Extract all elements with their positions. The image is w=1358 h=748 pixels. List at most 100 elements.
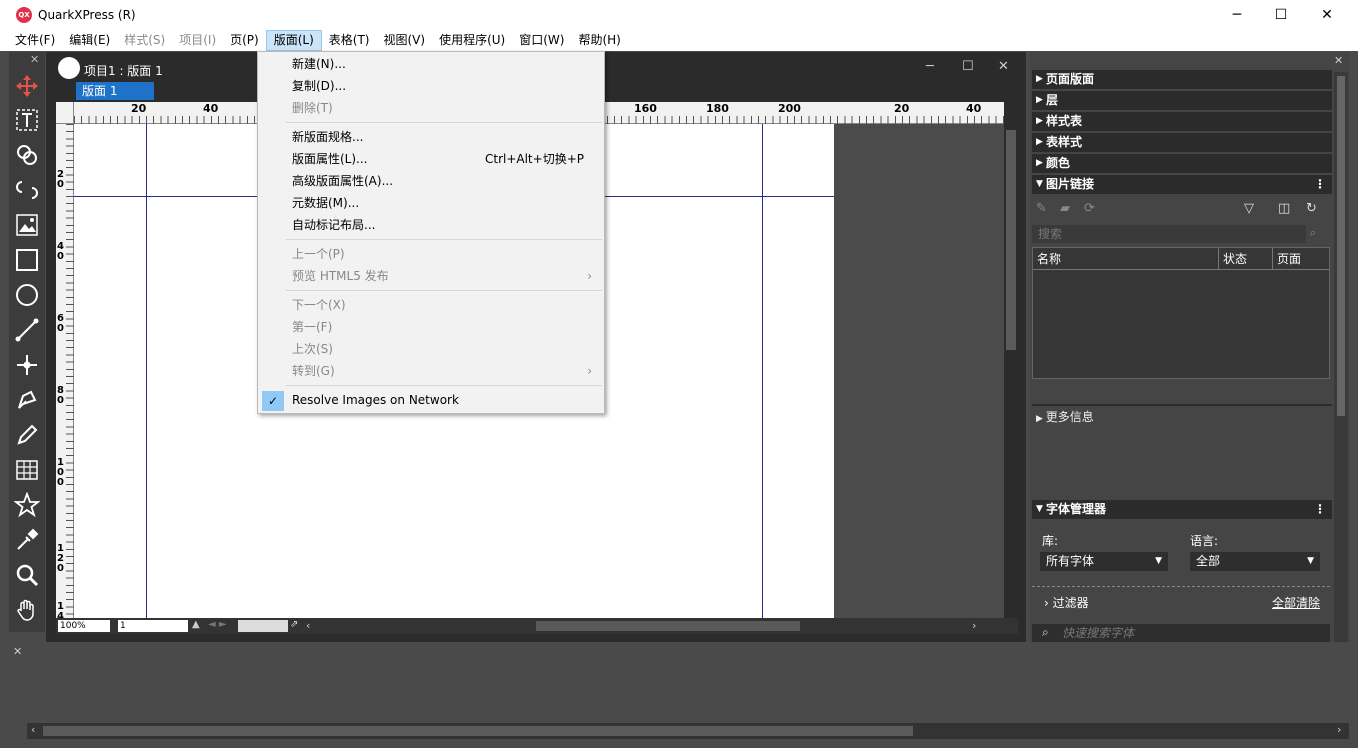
view-mode-buttons[interactable] (238, 620, 288, 632)
freehand-tool[interactable] (9, 419, 45, 451)
scroll-left-icon[interactable]: ‹ (31, 723, 35, 736)
export-icon[interactable]: ⇗ (290, 619, 298, 630)
oval-box-tool[interactable] (9, 279, 45, 311)
menu-window[interactable]: 窗口(W) (512, 30, 571, 51)
close-panel-icon[interactable]: ✕ (13, 645, 22, 658)
menu-item-delete[interactable]: 删除(T) (260, 97, 602, 119)
doc-close-button[interactable]: ✕ (998, 59, 1009, 74)
doc-minimize-button[interactable]: ─ (926, 59, 934, 74)
point-tool[interactable] (9, 349, 45, 381)
table-styles-palette[interactable]: ▶ 表样式 (1032, 133, 1332, 152)
scroll-thumb[interactable] (1006, 130, 1016, 350)
picture-content-tool[interactable] (9, 209, 45, 241)
doc-maximize-button[interactable]: ☐ (962, 59, 974, 74)
minimize-button[interactable]: ─ (1214, 0, 1260, 30)
palette-menu-icon[interactable]: ⋮ (1314, 500, 1326, 519)
page-up-icon[interactable]: ▲ (192, 619, 200, 630)
panel-scrollbar[interactable] (1334, 72, 1348, 642)
text-content-tool[interactable] (9, 104, 45, 136)
starburst-tool[interactable] (9, 489, 45, 521)
close-palette-icon[interactable]: ✕ (30, 53, 39, 66)
scroll-thumb[interactable] (1337, 76, 1345, 416)
menu-utilities[interactable]: 使用程序(U) (432, 30, 512, 51)
zoom-tool[interactable] (9, 559, 45, 591)
move-tool[interactable] (9, 70, 45, 102)
picture-search-input[interactable]: 搜索 (1032, 225, 1306, 243)
menu-item-new[interactable]: 新建(N)... (260, 53, 602, 75)
layers-palette[interactable]: ▶ 层 (1032, 91, 1332, 110)
font-search-input[interactable]: 快速搜索字体 (1032, 624, 1330, 642)
line-tool[interactable] (9, 314, 45, 346)
maximize-button[interactable]: ☐ (1258, 0, 1304, 30)
scroll-thumb[interactable] (43, 726, 913, 736)
menu-help[interactable]: 帮助(H) (571, 30, 627, 51)
pen-tool[interactable] (9, 384, 45, 416)
pan-tool[interactable] (9, 594, 45, 626)
zoom-field[interactable]: 100% (58, 620, 110, 632)
library-select[interactable]: 所有字体 ▼ (1040, 552, 1168, 571)
vertical-scrollbar[interactable] (1004, 124, 1018, 618)
menu-item-advanced-layout-properties[interactable]: 高级版面属性(A)... (260, 170, 602, 192)
menu-item[interactable]: 项目(I) (172, 30, 223, 51)
text-unlinking-tool[interactable] (9, 174, 45, 206)
vertical-ruler[interactable]: 2 04 06 08 01 0 01 2 01 4 (56, 124, 74, 622)
more-info-toggle[interactable]: ▶ 更多信息 (1036, 408, 1094, 425)
menu-layout[interactable]: 版面(L) (265, 30, 322, 51)
close-panel-icon[interactable]: ✕ (1334, 54, 1343, 67)
menu-item-duplicate[interactable]: 复制(D)... (260, 75, 602, 97)
palette-menu-icon[interactable]: ⋮ (1314, 175, 1326, 194)
menu-style[interactable]: 样式(S) (117, 30, 172, 51)
menu-item-previous[interactable]: 上一个(P) (260, 243, 602, 265)
menu-page[interactable]: 页(P) (223, 30, 266, 51)
menu-item-metadata[interactable]: 元数据(M)... (260, 192, 602, 214)
style-sheets-palette[interactable]: ▶ 样式表 (1032, 112, 1332, 131)
filter-icon[interactable]: ▽ (1244, 201, 1254, 216)
picture-links-palette[interactable]: ▼ 图片链接 ⋮ (1032, 175, 1332, 194)
palette-title: 颜色 (1046, 156, 1071, 170)
font-manager-palette[interactable]: ▼ 字体管理器 ⋮ (1032, 500, 1332, 519)
close-button[interactable]: ✕ (1304, 0, 1350, 30)
table-tool[interactable] (9, 454, 45, 486)
text-linking-tool[interactable] (9, 139, 45, 171)
horizontal-scroll-thumb[interactable] (536, 621, 800, 631)
folder-icon[interactable]: ▰ (1060, 201, 1070, 216)
refresh-all-icon[interactable]: ⟳ (1084, 201, 1095, 216)
rectangle-box-tool[interactable] (9, 244, 45, 276)
scroll-right-icon[interactable]: › (1337, 723, 1341, 736)
menu-item-label: 上一个(P) (292, 247, 345, 261)
clear-all-link[interactable]: 全部清除 (1272, 594, 1320, 611)
menu-item-preview-html5[interactable]: 预览 HTML5 发布 › (260, 265, 602, 287)
ruler-origin[interactable] (56, 102, 74, 124)
layout-tab[interactable]: 版面 1 (76, 82, 154, 100)
menu-item-next[interactable]: 下一个(X) (260, 294, 602, 316)
bottom-scrollbar[interactable]: ‹ › (27, 723, 1349, 739)
menu-file[interactable]: 文件(F) (8, 30, 62, 51)
scroll-right-icon[interactable]: › (972, 619, 976, 632)
eyedropper-tool[interactable] (9, 524, 45, 556)
language-label: 语言: (1190, 534, 1219, 548)
filter-toggle[interactable]: › 过滤器 (1044, 594, 1089, 611)
menu-item-auto-tag-layout[interactable]: 自动标记布局... (260, 214, 602, 236)
columns-icon[interactable]: ◫ (1278, 201, 1290, 216)
column-header-status[interactable]: 状态 (1219, 248, 1273, 270)
menu-item-last[interactable]: 上次(S) (260, 338, 602, 360)
menu-item-first[interactable]: 第一(F) (260, 316, 602, 338)
page-prev-icon[interactable]: ◄ ► (208, 619, 227, 630)
menu-view[interactable]: 视图(V) (377, 30, 433, 51)
edit-icon[interactable]: ✎ (1036, 201, 1047, 216)
language-select[interactable]: 全部 ▼ (1190, 552, 1320, 571)
column-header-page[interactable]: 页面 (1273, 248, 1329, 270)
scroll-left-icon[interactable]: ‹ (306, 619, 310, 632)
menu-item-layout-specifications[interactable]: 新版面规格... (260, 126, 602, 148)
update-icon[interactable]: ↻ (1306, 201, 1317, 216)
menu-table[interactable]: 表格(T) (322, 30, 377, 51)
column-header-name[interactable]: 名称 (1033, 248, 1219, 270)
colors-palette[interactable]: ▶ 颜色 (1032, 154, 1332, 173)
menu-item-layout-properties[interactable]: 版面属性(L)... Ctrl+Alt+切换+P (260, 148, 602, 170)
page-layout-palette[interactable]: ▶ 页面版面 (1032, 70, 1332, 89)
menu-edit[interactable]: 编辑(E) (62, 30, 117, 51)
menu-item-resolve-images[interactable]: ✓ Resolve Images on Network (260, 389, 602, 411)
menu-item-go-to[interactable]: 转到(G) › (260, 360, 602, 382)
page-number-field[interactable]: 1 (118, 620, 188, 632)
picture-links-table[interactable]: 名称 状态 页面 (1032, 247, 1330, 379)
